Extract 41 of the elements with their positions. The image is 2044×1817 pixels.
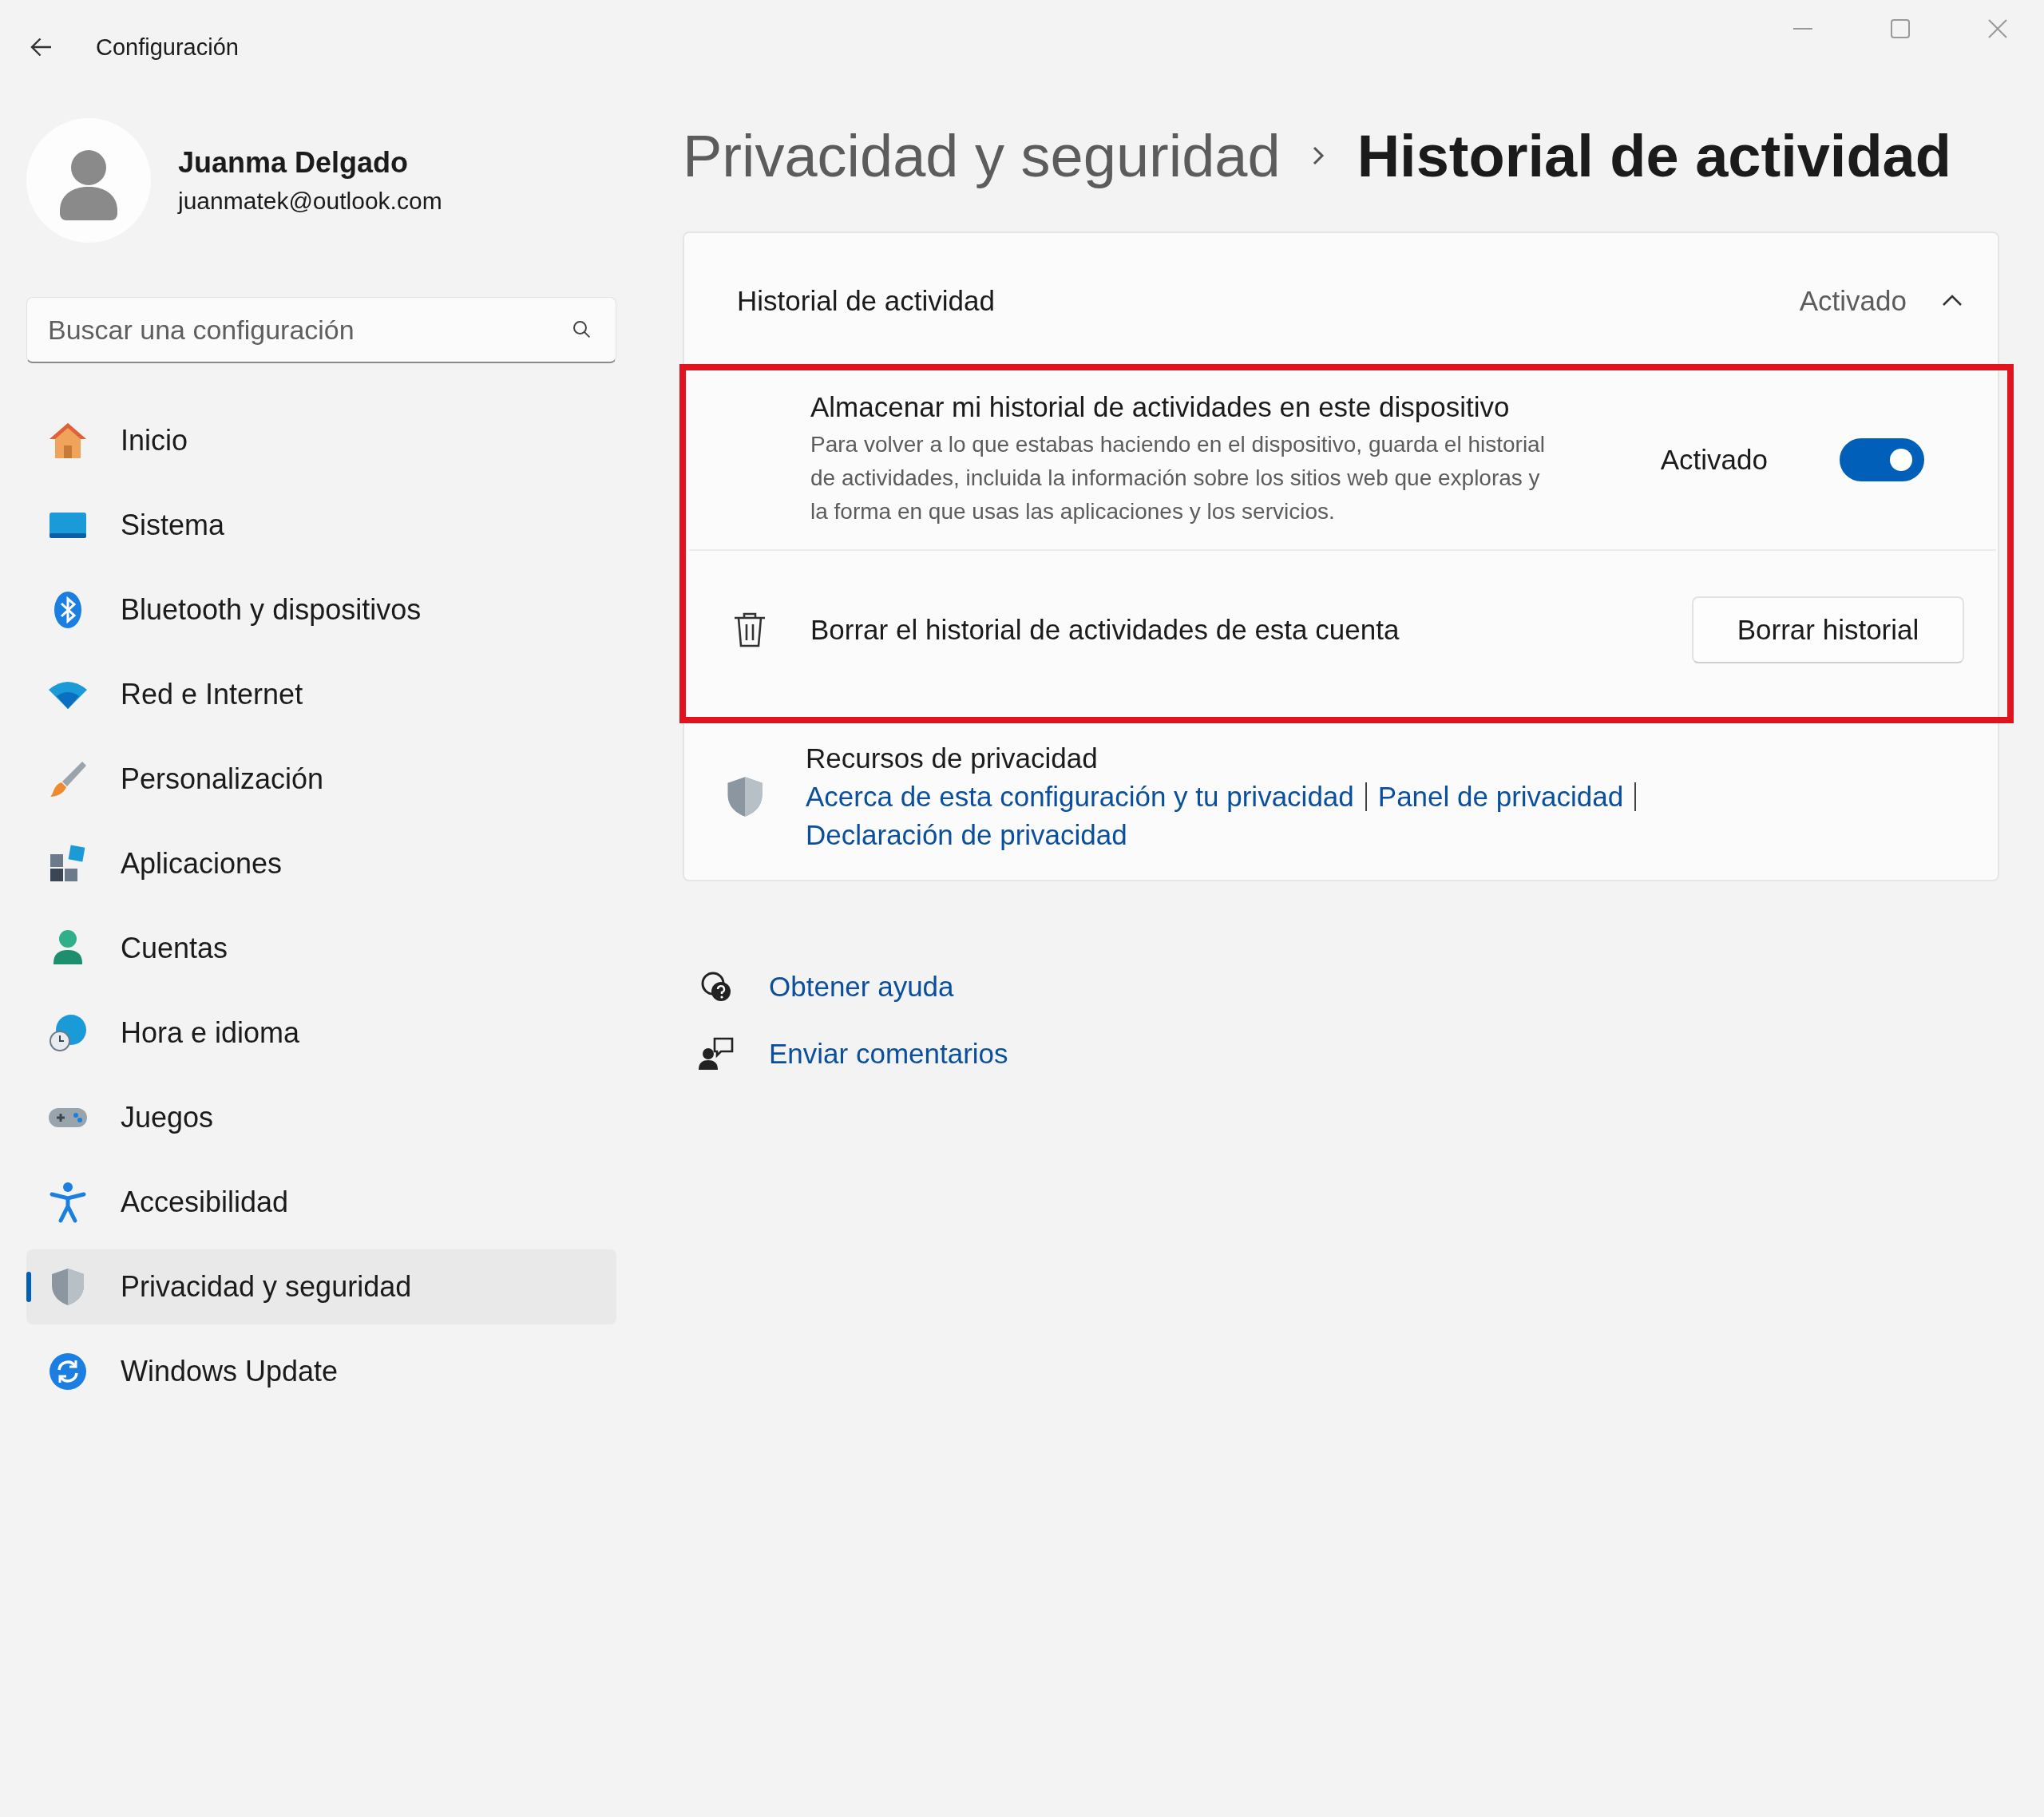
sidebar-item[interactable]: Aplicaciones — [26, 826, 616, 901]
help-link[interactable]: Obtener ayuda — [769, 971, 954, 1003]
section-title: Historial de actividad — [737, 285, 996, 317]
trash-icon — [732, 611, 767, 649]
account-email: juanmatek@outlook.com — [178, 188, 442, 215]
section-header[interactable]: Historial de actividad Activado — [684, 233, 1998, 369]
window-title: Configuración — [96, 34, 239, 61]
privacy-link[interactable]: Panel de privacidad — [1377, 781, 1624, 813]
setting-description: Para volver a lo que estabas haciendo en el dispositivo, guarda el historial de actividades, incluida la información sobre los sitios web que exploras y la forma en que usas las aplicaciones y los servicios. — [810, 431, 1546, 525]
sidebar-item[interactable]: Windows Update — [26, 1334, 616, 1409]
section-status: Activado — [1799, 285, 1907, 317]
feedback-icon — [699, 1036, 734, 1071]
maximize-icon[interactable] — [1889, 18, 1911, 40]
setting-title: Almacenar mi historial de actividades en este dispositivo — [810, 391, 1511, 423]
close-icon[interactable] — [1987, 18, 2009, 40]
globe-clock-icon — [47, 1012, 89, 1054]
sidebar-item[interactable]: Red e Internet — [26, 657, 616, 732]
account-name: Juanma Delgado — [178, 146, 410, 180]
sidebar-item[interactable]: Hora e idioma — [26, 996, 616, 1071]
sidebar-item[interactable]: Accesibilidad — [26, 1165, 616, 1240]
resources-title: Recursos de privacidad — [806, 742, 1099, 774]
toggle-status: Activado — [1660, 444, 1768, 476]
privacy-link[interactable]: Declaración de privacidad — [806, 819, 1127, 851]
search-field[interactable]: Buscar una configuración — [26, 297, 616, 363]
breadcrumb-link[interactable]: Privacidad y seguridad — [683, 121, 1281, 190]
sidebar-item[interactable]: Personalización — [26, 742, 616, 817]
clear-history-button[interactable]: Borrar historial — [1692, 596, 1964, 663]
sidebar-item[interactable]: Bluetooth y dispositivos — [26, 572, 616, 647]
sidebar-item[interactable]: Sistema — [26, 488, 616, 563]
setting-title: Borrar el historial de actividades de esta cuenta — [810, 614, 1400, 646]
privacy-link[interactable]: Acerca de esta configuración y tu privacidad — [806, 781, 1354, 813]
sidebar-item[interactable]: Inicio — [26, 403, 616, 478]
sidebar-item[interactable]: Privacidad y seguridad — [26, 1249, 616, 1324]
sidebar-item[interactable]: Cuentas — [26, 911, 616, 986]
selection-indicator — [26, 1272, 31, 1302]
avatar-icon — [26, 118, 151, 243]
sidebar-item[interactable]: Juegos — [26, 1080, 616, 1155]
help-link[interactable]: Enviar comentarios — [769, 1038, 1008, 1070]
page-title: Historial de actividad — [1357, 121, 1951, 190]
refresh-icon — [47, 1351, 89, 1392]
toggle-switch[interactable] — [1840, 438, 1924, 481]
